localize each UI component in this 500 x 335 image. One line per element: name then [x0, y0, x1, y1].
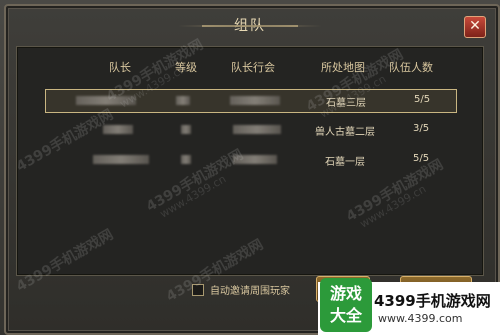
level-blurred: [176, 96, 190, 105]
table-row[interactable]: 石墓三层 5/5: [45, 89, 457, 113]
team-list-panel: 队长 等级 队长行会 所处地图 队伍人数 石墓三层 5/5 兽人古墓二层 3/5…: [16, 46, 484, 276]
row-map: 兽人古墓二层: [315, 127, 375, 138]
auto-invite-checkbox[interactable]: [192, 284, 204, 296]
leader-name-blurred: [93, 155, 149, 164]
level-blurred: [181, 155, 191, 164]
header-leader: 队长: [109, 61, 131, 74]
table-row[interactable]: 石墓一层 5/5: [45, 149, 455, 171]
title-ornament-right: [202, 25, 322, 27]
auto-invite-label: 自动邀请周围玩家: [210, 286, 290, 297]
header-count: 队伍人数: [389, 61, 433, 74]
brand-url: www.4399.com: [378, 312, 463, 325]
leader-name-blurred: [103, 125, 133, 134]
title-bar: 组队: [150, 14, 350, 38]
table-header: 队长 等级 队长行会 所处地图 队伍人数: [17, 53, 483, 77]
guild-blurred: [233, 125, 281, 134]
close-button[interactable]: ✕: [464, 16, 486, 38]
row-count: 5/5: [414, 94, 431, 105]
row-count: 3/5: [413, 123, 430, 134]
row-map: 石墓一层: [325, 157, 365, 168]
leader-name-blurred: [76, 96, 136, 105]
game-dialog: 组队 ✕ 队长 等级 队长行会 所处地图 队伍人数 石墓三层 5/5 兽人古墓二…: [0, 0, 500, 335]
brand-badge-line2: 大全: [329, 306, 362, 325]
guild-blurred: [233, 155, 277, 164]
brand-badge-line1: 游戏: [329, 284, 362, 303]
table-row[interactable]: 兽人古墓二层 3/5: [45, 119, 455, 141]
header-guild: 队长行会: [231, 61, 275, 74]
brand-badge-logo: 游戏 大全: [320, 278, 372, 332]
header-level: 等级: [175, 61, 197, 74]
header-map: 所处地图: [321, 61, 365, 74]
brand-name: 4399手机游戏网: [374, 292, 491, 310]
row-count: 5/5: [413, 153, 430, 164]
level-blurred: [181, 125, 191, 134]
guild-blurred: [230, 96, 280, 105]
row-map: 石墓三层: [326, 98, 366, 109]
